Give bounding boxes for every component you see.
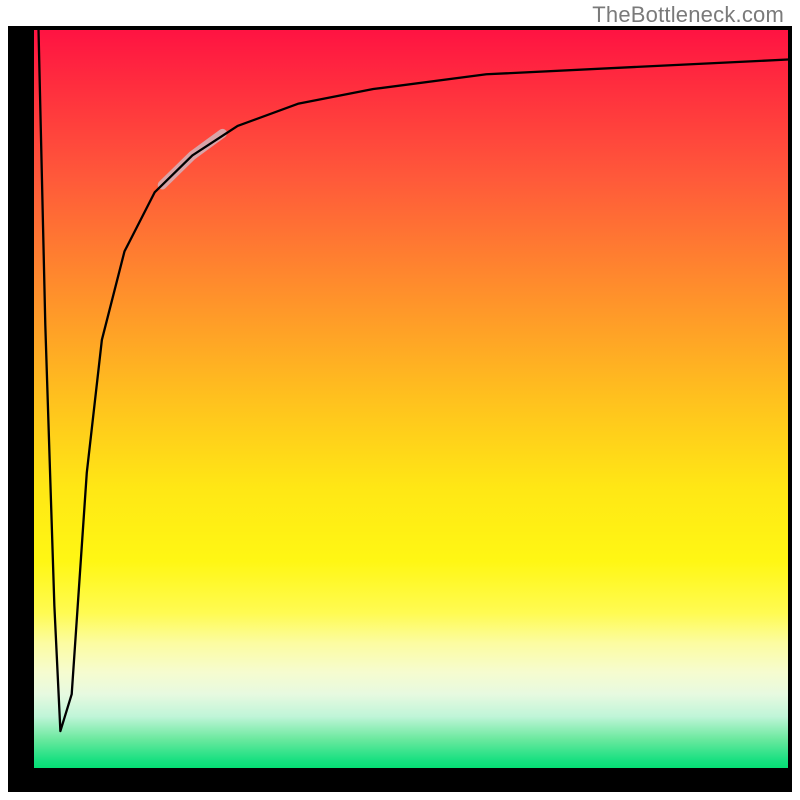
plot-area — [34, 30, 788, 768]
watermark-text: TheBottleneck.com — [592, 2, 784, 28]
chart-root: { "watermark": "TheBottleneck.com", "cha… — [0, 0, 800, 800]
curve-svg — [34, 30, 788, 768]
chart-frame — [8, 26, 792, 792]
bottleneck-curve — [39, 30, 788, 731]
